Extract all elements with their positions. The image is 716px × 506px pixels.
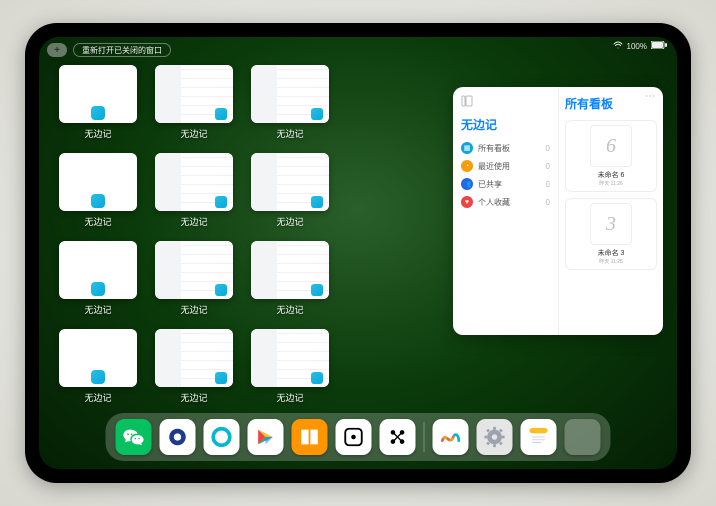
sidebar-item-count: 0 [546,144,550,153]
blank-canvas-thumb [59,241,137,299]
board-card[interactable]: 6 未命名 6昨天 11:26 [565,120,657,192]
window-label: 无边记 [180,127,207,140]
calendar-thumb [251,241,329,299]
window-label: 无边记 [180,215,207,228]
battery-icon [651,41,667,51]
window-thumbnail[interactable]: 无边记 [155,241,233,319]
window-grid: 无边记无边记无边记无边记无边记无边记无边记无边记无边记无边记无边记无边记 [59,65,329,407]
reopen-label: 重新打开已关闭的窗口 [82,45,162,56]
ipad-frame: 100% + 重新打开已关闭的窗口 无边记无边记无边记无边记无边记无边记无边记无… [25,23,691,483]
sidebar-item-label: 已共享 [478,179,502,190]
board-title: 未命名 6 [570,170,652,180]
sidebar-item-label: 所有看板 [478,143,510,154]
status-bar: 100% [613,41,667,51]
panel-toolbar-icon[interactable] [461,95,550,110]
calendar-thumb [155,65,233,123]
window-label: 无边记 [84,127,111,140]
blank-canvas-thumb [59,329,137,387]
dock-app-settings[interactable] [477,419,513,455]
panel-right: 所有看板 6 未命名 6昨天 11:26 3 未命名 3昨天 11:25 [558,87,663,335]
clock-icon: ◔ [461,160,473,172]
board-thumb: 3 [590,203,632,245]
sidebar-item-label: 个人收藏 [478,197,510,208]
window-thumbnail[interactable]: 无边记 [251,65,329,143]
dock-app-notes[interactable] [521,419,557,455]
panel-left: 无边记 ▦ 所有看板 0 ◔ 最近使用 0 👥 已共享 0 ♥ 个人收藏 0 [453,87,558,335]
board-thumb: 6 [590,125,632,167]
heart-icon: ♥ [461,196,473,208]
dock-app-play[interactable] [248,419,284,455]
reopen-closed-window-button[interactable]: 重新打开已关闭的窗口 [73,43,171,57]
window-thumbnail[interactable]: 无边记 [251,329,329,407]
window-label: 无边记 [84,303,111,316]
blank-canvas-thumb [59,65,137,123]
calendar-thumb [155,329,233,387]
sidebar-item-grid[interactable]: ▦ 所有看板 0 [461,139,550,157]
sidebar-item-count: 0 [546,198,550,207]
calendar-thumb [155,241,233,299]
dock-app-dice[interactable] [336,419,372,455]
window-label: 无边记 [84,391,111,404]
board-subtitle: 昨天 11:25 [570,258,652,265]
calendar-thumb [251,65,329,123]
window-label: 无边记 [180,391,207,404]
grid-icon: ▦ [461,142,473,154]
window-thumbnail[interactable]: 无边记 [59,153,137,231]
window-thumbnail[interactable]: 无边记 [59,241,137,319]
sidebar-item-count: 0 [546,162,550,171]
calendar-thumb [251,329,329,387]
window-label: 无边记 [276,303,303,316]
calendar-thumb [251,153,329,211]
dock-app-books[interactable] [292,419,328,455]
board-card[interactable]: 3 未命名 3昨天 11:25 [565,198,657,270]
window-thumbnail[interactable]: 无边记 [251,153,329,231]
panel-left-title: 无边记 [461,116,550,133]
freeform-side-panel[interactable]: ⋯ 无边记 ▦ 所有看板 0 ◔ 最近使用 0 👥 已共享 0 ♥ 个人收藏 0 所有看板 6 未命名 … [453,87,663,335]
dock [106,413,611,461]
sidebar-item-count: 0 [546,180,550,189]
window-thumbnail[interactable]: 无边记 [59,65,137,143]
calendar-thumb [155,153,233,211]
sidebar-item-share[interactable]: 👥 已共享 0 [461,175,550,193]
screen: 100% + 重新打开已关闭的窗口 无边记无边记无边记无边记无边记无边记无边记无… [39,37,677,469]
top-left-controls: + 重新打开已关闭的窗口 [47,43,171,57]
dock-app-dots[interactable] [380,419,416,455]
board-subtitle: 昨天 11:26 [570,180,652,187]
battery-text: 100% [627,42,647,51]
wifi-icon [613,41,623,51]
dock-app-browser2[interactable] [204,419,240,455]
panel-right-title: 所有看板 [565,95,657,112]
window-label: 无边记 [84,215,111,228]
ellipsis-icon[interactable]: ⋯ [645,91,655,102]
board-title: 未命名 3 [570,248,652,258]
dock-app-folder[interactable] [565,419,601,455]
dock-app-freeform[interactable] [433,419,469,455]
dock-app-browser1[interactable] [160,419,196,455]
sidebar-item-clock[interactable]: ◔ 最近使用 0 [461,157,550,175]
window-thumbnail[interactable]: 无边记 [155,329,233,407]
window-thumbnail[interactable]: 无边记 [155,65,233,143]
sidebar-item-heart[interactable]: ♥ 个人收藏 0 [461,193,550,211]
window-label: 无边记 [180,303,207,316]
share-icon: 👥 [461,178,473,190]
window-label: 无边记 [276,127,303,140]
window-label: 无边记 [276,391,303,404]
add-button[interactable]: + [47,43,67,57]
dock-separator [424,422,425,452]
blank-canvas-thumb [59,153,137,211]
sidebar-item-label: 最近使用 [478,161,510,172]
window-thumbnail[interactable]: 无边记 [251,241,329,319]
window-thumbnail[interactable]: 无边记 [155,153,233,231]
dock-app-wechat[interactable] [116,419,152,455]
window-label: 无边记 [276,215,303,228]
window-thumbnail[interactable]: 无边记 [59,329,137,407]
